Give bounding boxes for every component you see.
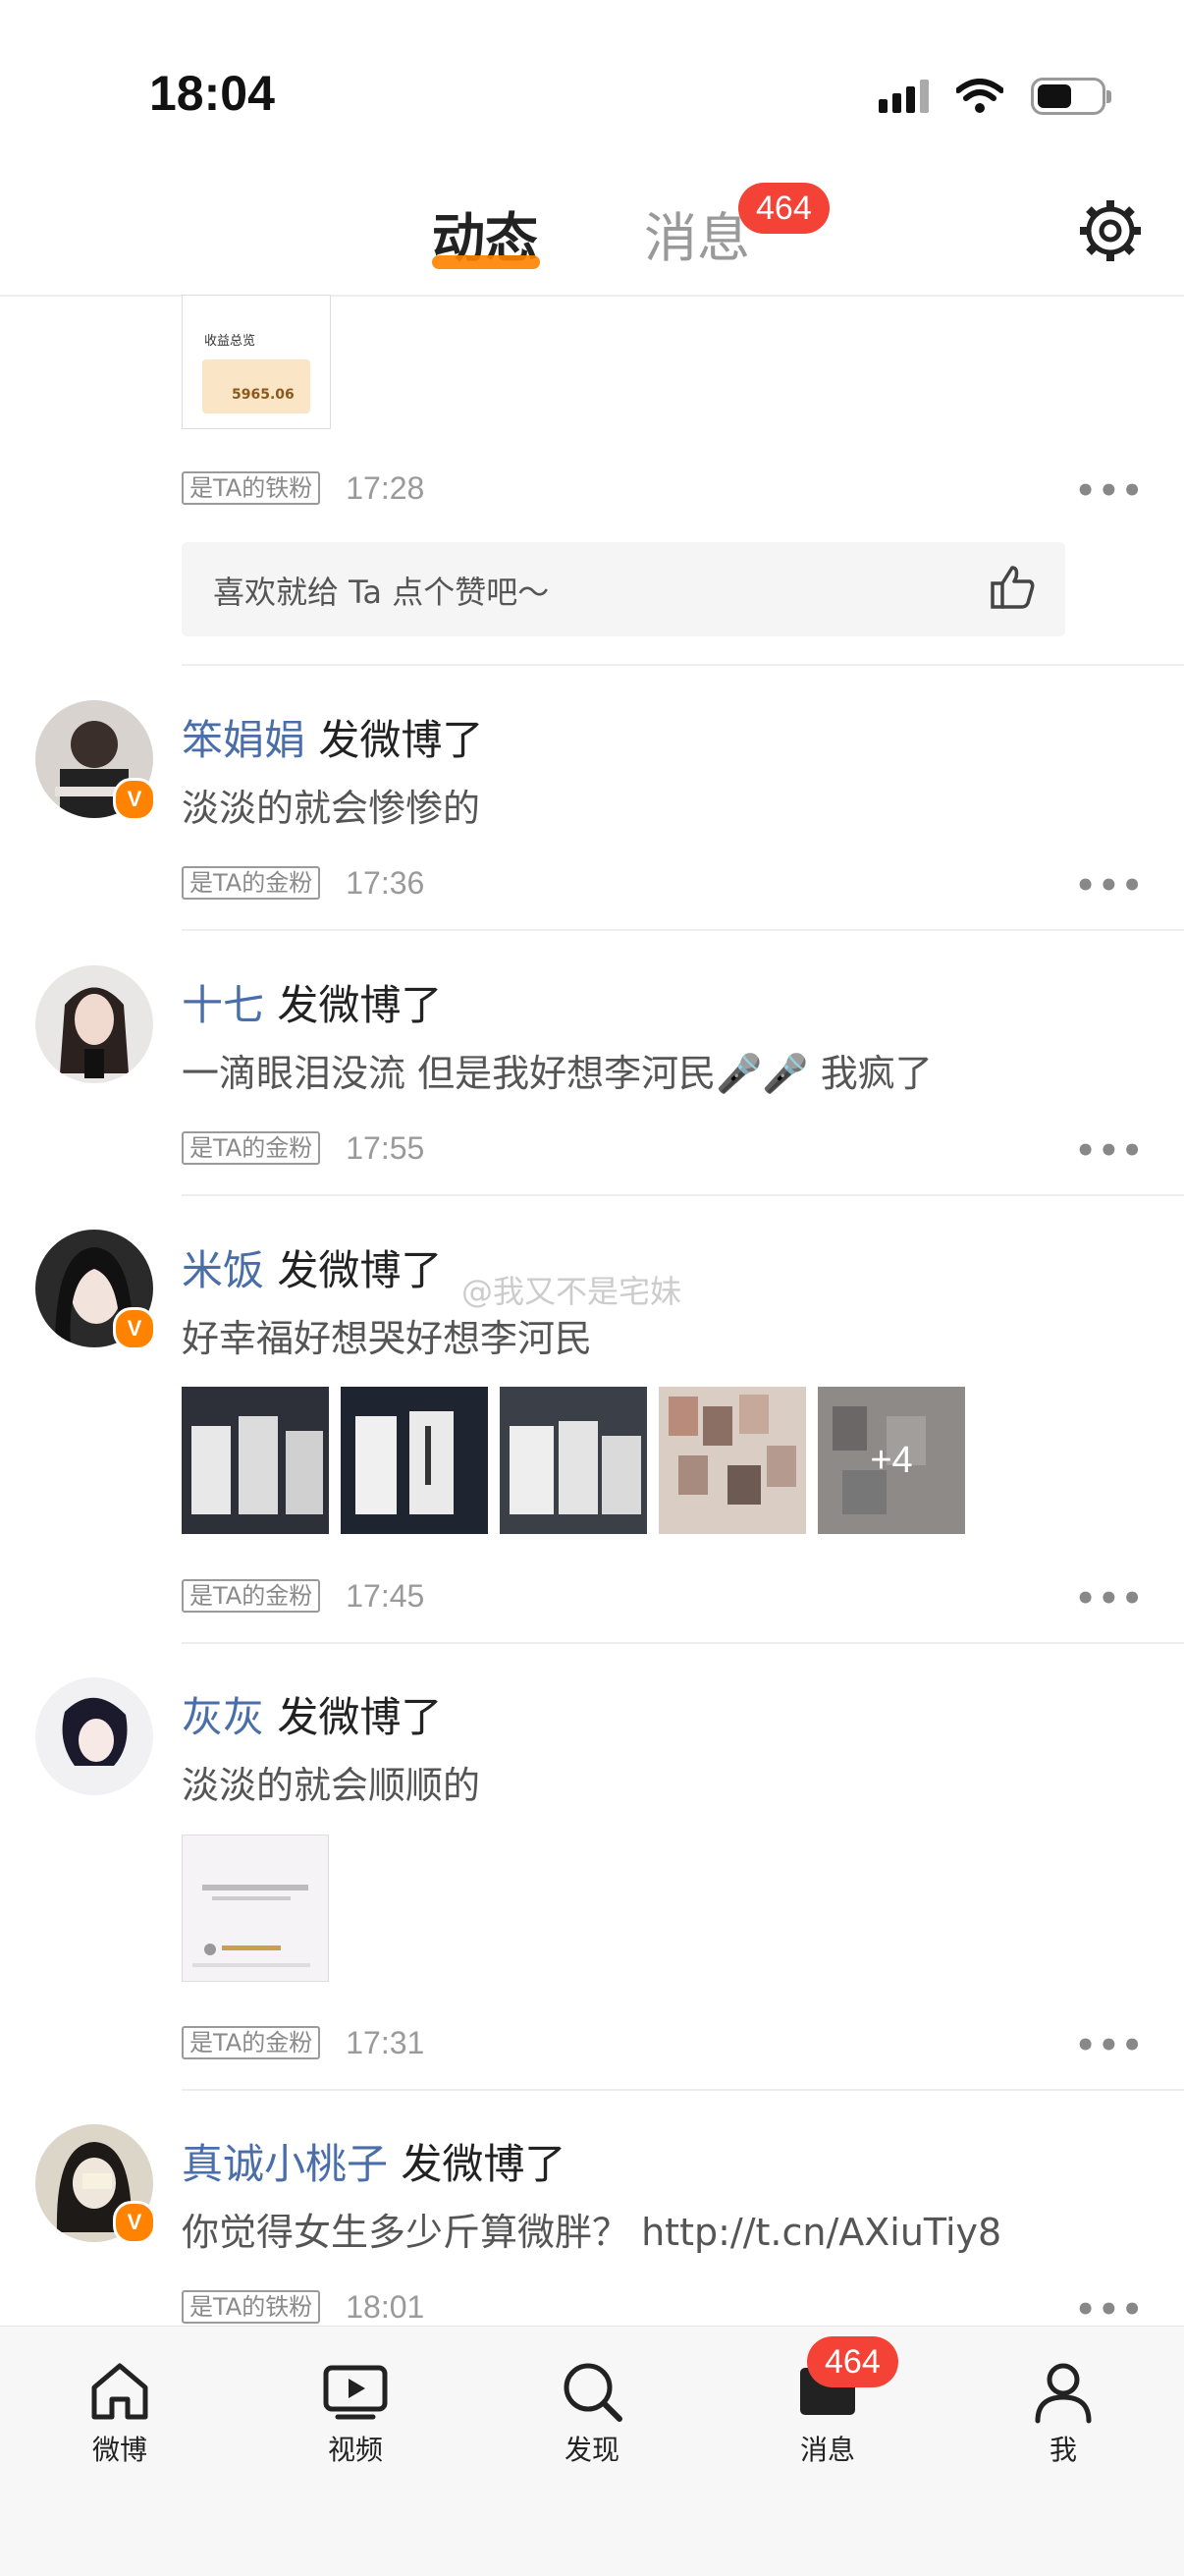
- tab-messages[interactable]: 消息: [644, 194, 750, 272]
- divider: [182, 2089, 1184, 2091]
- post-image[interactable]: [182, 1835, 329, 1982]
- tab-label: 我: [1049, 2434, 1077, 2466]
- tab-home[interactable]: 微博: [51, 2356, 188, 2468]
- settings-gear-icon[interactable]: [1076, 196, 1145, 265]
- post-action: 发微博了: [401, 2140, 566, 2188]
- post-time: 17:55: [346, 1129, 425, 1166]
- verified-badge: V: [113, 2201, 156, 2244]
- search-icon: [564, 2363, 622, 2422]
- more-options-icon[interactable]: •••: [1075, 2290, 1145, 2326]
- post-image[interactable]: [182, 1387, 329, 1534]
- post-time: 18:01: [346, 2288, 425, 2325]
- username[interactable]: 灰灰: [182, 1693, 264, 1741]
- active-tab-indicator: [432, 255, 540, 269]
- divider: [182, 664, 1184, 666]
- post-headline: 灰灰 发微博了: [182, 1684, 442, 1744]
- post-image-grid: +4: [182, 1387, 965, 1534]
- bottom-tab-bar: 微博 视频 发现 消息 464 我: [0, 2326, 1184, 2576]
- avatar[interactable]: [35, 965, 153, 1083]
- video-icon: [323, 2365, 388, 2420]
- top-nav: 动态 消息 464: [0, 157, 1184, 297]
- avatar[interactable]: [35, 1677, 153, 1795]
- post-headline: 十七 发微博了: [182, 972, 442, 1032]
- fan-tag: 是TA的铁粉: [182, 2290, 321, 2324]
- profile-icon: [1035, 2363, 1092, 2424]
- username[interactable]: 十七: [182, 981, 264, 1029]
- more-options-icon[interactable]: •••: [1075, 1579, 1145, 1618]
- fan-tag: 是TA的金粉: [182, 2026, 321, 2059]
- watermark: @我又不是宅妹: [461, 1273, 682, 1310]
- fan-tag: 是TA的铁粉: [182, 471, 321, 505]
- more-options-icon[interactable]: •••: [1075, 2026, 1145, 2065]
- divider: [182, 929, 1184, 931]
- post-time: 17:36: [346, 864, 425, 901]
- post-meta: 是TA的金粉 17:36: [182, 864, 425, 901]
- post-time: 17:45: [346, 1577, 425, 1614]
- post-action: 发微博了: [277, 1246, 443, 1294]
- post-image[interactable]: [659, 1387, 806, 1534]
- tab-label: 视频: [327, 2434, 383, 2466]
- fan-tag: 是TA的金粉: [182, 866, 321, 900]
- post-action: 发微博了: [318, 716, 484, 764]
- more-images-count: +4: [870, 1440, 913, 1481]
- thumbnail-title: 收益总览: [204, 334, 256, 349]
- divider: [182, 1642, 1184, 1644]
- post-text[interactable]: 淡淡的就会顺顺的: [182, 1755, 480, 1809]
- battery-icon: [1031, 78, 1111, 115]
- cellular-signal-icon: [879, 80, 929, 113]
- post-meta: 是TA的金粉 17:31: [182, 2024, 425, 2060]
- divider: [182, 1194, 1184, 1196]
- status-icons: [879, 71, 1111, 122]
- post-image[interactable]: [500, 1387, 647, 1534]
- message-count-badge: 464: [738, 183, 830, 234]
- username[interactable]: 米饭: [182, 1246, 264, 1294]
- status-time: 18:04: [149, 66, 275, 121]
- tab-label: 微博: [91, 2434, 147, 2466]
- tab-me[interactable]: 我: [995, 2356, 1132, 2468]
- tab-discover[interactable]: 发现: [523, 2356, 661, 2468]
- post-text[interactable]: 一滴眼泪没流 但是我好想李河民🎤🎤 我疯了: [182, 1043, 933, 1097]
- post-meta: 是TA的铁粉 17:28: [182, 469, 425, 506]
- post-action: 发微博了: [277, 1693, 443, 1741]
- thumbs-up-icon[interactable]: [987, 562, 1038, 613]
- post-time: 17:28: [346, 469, 425, 506]
- fan-tag: 是TA的金粉: [182, 1131, 321, 1165]
- verified-badge: V: [113, 1307, 156, 1350]
- more-options-icon[interactable]: •••: [1075, 471, 1145, 511]
- post-meta: 是TA的金粉 17:45: [182, 1577, 425, 1614]
- message-count-badge: 464: [807, 2336, 898, 2387]
- post-image[interactable]: [341, 1387, 488, 1534]
- more-options-icon[interactable]: •••: [1075, 866, 1145, 905]
- more-options-icon[interactable]: •••: [1075, 1131, 1145, 1171]
- tab-label: 发现: [564, 2434, 619, 2466]
- post-text[interactable]: 淡淡的就会惨惨的: [182, 778, 480, 832]
- tab-label: 消息: [799, 2434, 855, 2466]
- post-text[interactable]: 好幸福好想哭好想李河民: [182, 1308, 592, 1362]
- verified-badge: V: [113, 778, 156, 821]
- post-headline: 真诚小桃子 发微博了: [182, 2131, 565, 2191]
- post-headline: 笨娟娟 发微博了: [182, 707, 483, 767]
- username[interactable]: 笨娟娟: [182, 716, 305, 764]
- post-text[interactable]: 你觉得女生多少斤算微胖？ http://t.cn/AXiuTiy8: [182, 2202, 1001, 2256]
- like-prompt-text: 喜欢就给 Ta 点个赞吧～: [213, 574, 550, 611]
- post-meta: 是TA的金粉 17:55: [182, 1129, 425, 1166]
- feed-list[interactable]: 收益总览 5965.06 是TA的铁粉 17:28 ••• 喜欢就给 Ta 点个…: [0, 295, 1184, 2326]
- post-image-thumbnail[interactable]: 收益总览 5965.06: [182, 295, 331, 429]
- post-action: 发微博了: [277, 981, 443, 1029]
- tab-video[interactable]: 视频: [287, 2356, 424, 2468]
- post-image[interactable]: +4: [818, 1387, 965, 1534]
- status-bar: 18:04: [0, 0, 1184, 157]
- username[interactable]: 真诚小桃子: [182, 2140, 388, 2188]
- fan-tag: 是TA的金粉: [182, 1579, 321, 1613]
- thumbnail-amount: 5965.06: [232, 387, 295, 403]
- thumbnail-earnings-card: 5965.06: [202, 359, 310, 413]
- wifi-icon: [956, 79, 1003, 113]
- home-icon: [91, 2363, 148, 2420]
- like-prompt[interactable]: 喜欢就给 Ta 点个赞吧～: [182, 542, 1065, 636]
- post-headline: 米饭 发微博了: [182, 1237, 442, 1297]
- post-time: 17:31: [346, 2024, 425, 2060]
- post-meta: 是TA的铁粉 18:01: [182, 2288, 425, 2325]
